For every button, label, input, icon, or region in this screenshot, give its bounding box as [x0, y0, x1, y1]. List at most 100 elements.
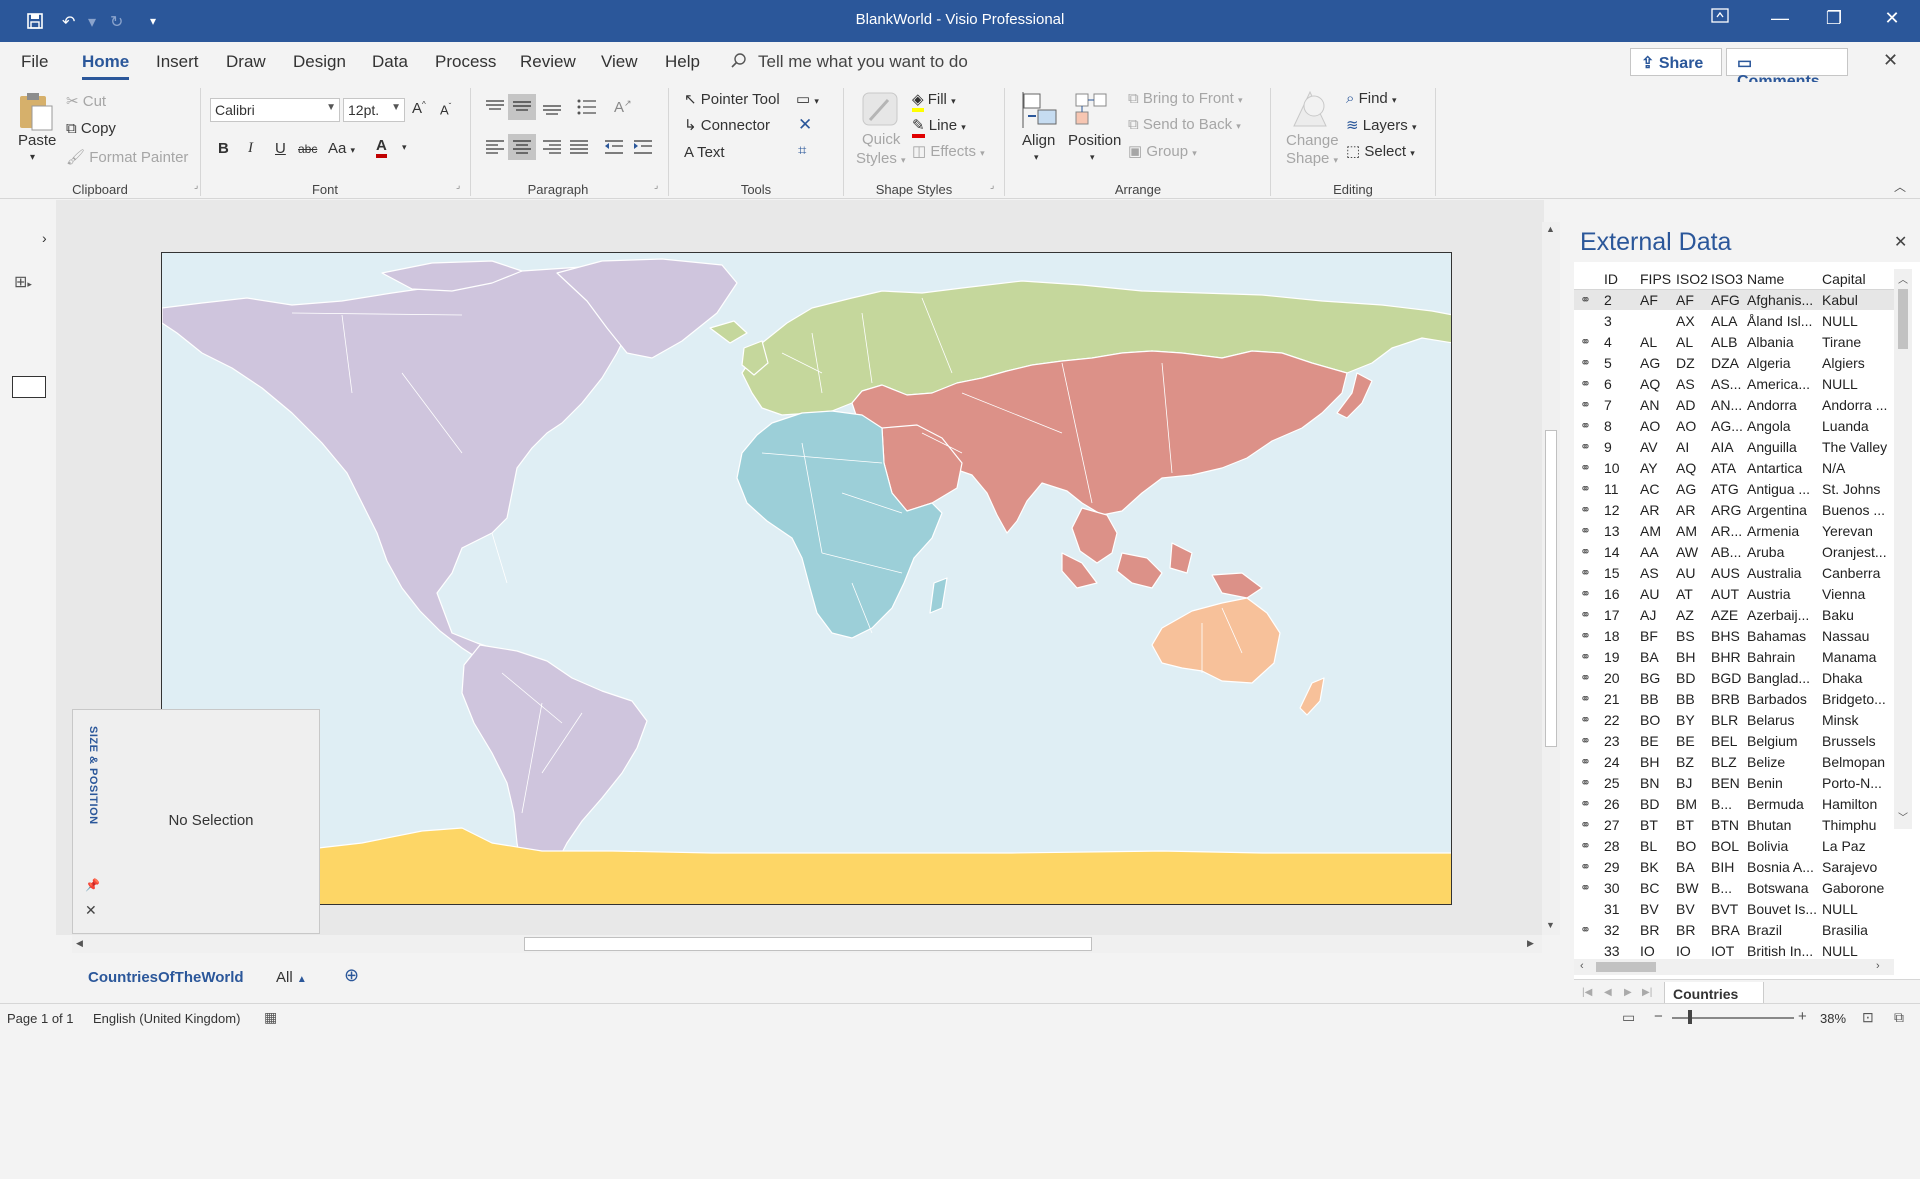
ribbon-display-icon[interactable] — [1700, 8, 1740, 29]
tab-design[interactable]: Design — [293, 52, 346, 72]
scroll-right-icon[interactable]: ▶ — [1527, 938, 1534, 949]
table-row[interactable]: ⚭ 32 BR BR BRA Brazil Brasilia — [1574, 920, 1894, 941]
table-row[interactable]: ⚭ 21 BB BB BRB Barbados Bridgeto... — [1574, 689, 1894, 710]
bring-to-front-button[interactable]: ⧉ Bring to Front ▾ — [1128, 90, 1242, 107]
paragraph-launcher-icon[interactable]: ⌟ — [654, 180, 658, 191]
layers-button[interactable]: ≋ Layers ▾ — [1346, 116, 1416, 134]
align-shapes-icon[interactable] — [1020, 92, 1060, 131]
table-row[interactable]: ⚭ 5 AG DZ DZA Algeria Algiers — [1574, 353, 1894, 374]
align-bottom-icon[interactable] — [541, 98, 563, 119]
underline-icon[interactable]: U — [275, 140, 286, 157]
minimize-icon[interactable]: — — [1760, 8, 1800, 29]
table-row[interactable]: ⚭ 8 AO AO AG... Angola Luanda — [1574, 416, 1894, 437]
shapes-stencil-icon[interactable]: ⊞▸ — [14, 272, 32, 292]
justify-icon[interactable] — [568, 138, 590, 159]
cut-button[interactable]: ✂ Cut — [66, 92, 106, 110]
first-sheet-icon[interactable]: |◀ — [1582, 987, 1592, 998]
tell-me-input[interactable]: Tell me what you want to do — [758, 52, 968, 72]
paste-button[interactable] — [16, 90, 56, 131]
increase-indent-icon[interactable] — [632, 138, 654, 159]
tab-review[interactable]: Review — [520, 52, 576, 72]
shape-styles-launcher-icon[interactable]: ⌟ — [990, 180, 994, 191]
tab-insert[interactable]: Insert — [156, 52, 199, 72]
font-name-combo[interactable]: Calibri ▼ — [210, 98, 340, 122]
table-row[interactable]: ⚭ 13 AM AM AR... Armenia Yerevan — [1574, 521, 1894, 542]
select-button[interactable]: ⬚ Select ▾ — [1346, 142, 1415, 160]
table-row[interactable]: ⚭ 16 AU AT AUT Austria Vienna — [1574, 584, 1894, 605]
zoom-out-icon[interactable]: − — [1654, 1008, 1663, 1025]
horizontal-scrollbar[interactable]: ◀ ▶ — [72, 935, 1542, 953]
send-to-back-button[interactable]: ⧉ Send to Back ▾ — [1128, 116, 1241, 133]
tab-process[interactable]: Process — [435, 52, 496, 72]
table-vscroll[interactable]: ︿ ﹀ — [1894, 269, 1912, 829]
shrink-font-icon[interactable]: Aˇ — [440, 102, 451, 117]
collapse-ribbon-icon[interactable]: ︿ — [1894, 178, 1906, 195]
presentation-mode-icon[interactable]: ▭ — [1622, 1009, 1635, 1026]
text-direction-icon[interactable]: A↗ — [614, 98, 632, 116]
table-row[interactable]: ⚭ 25 BN BJ BEN Benin Porto-N... — [1574, 773, 1894, 794]
table-row[interactable]: ⚭ 7 AN AD AN... Andorra Andorra ... — [1574, 395, 1894, 416]
table-row[interactable]: ⚭ 17 AJ AZ AZE Azerbaij... Baku — [1574, 605, 1894, 626]
last-sheet-icon[interactable]: ▶| — [1642, 987, 1652, 998]
zoom-level[interactable]: 38% — [1820, 1011, 1846, 1026]
scroll-down-icon[interactable]: ▼ — [1546, 920, 1555, 930]
macro-recording-icon[interactable]: ▦ — [264, 1009, 277, 1026]
font-size-combo[interactable]: 12pt. ▼ — [343, 98, 405, 122]
rectangle-tool-button[interactable]: ▭ ▾ — [796, 90, 819, 108]
close-external-data-icon[interactable]: ✕ — [1894, 232, 1907, 252]
chevron-down-icon[interactable]: ▾ — [1034, 152, 1039, 163]
shape-label[interactable]: Shape ▾ — [1286, 150, 1338, 167]
table-row[interactable]: ⚭ 9 AV AI AIA Anguilla The Valley — [1574, 437, 1894, 458]
decrease-indent-icon[interactable] — [603, 138, 625, 159]
bold-icon[interactable]: B — [218, 140, 229, 157]
table-row[interactable]: ⚭ 4 AL AL ALB Albania Tirane — [1574, 332, 1894, 353]
close-icon[interactable]: ✕ — [1872, 8, 1912, 29]
table-row[interactable]: ⚭ 28 BL BO BOL Bolivia La Paz — [1574, 836, 1894, 857]
quick-styles-label[interactable]: Quick — [862, 131, 900, 148]
table-row[interactable]: ⚭ 30 BC BW B... Botswana Gaborone — [1574, 878, 1894, 899]
tab-home[interactable]: Home — [82, 52, 130, 80]
paste-dropdown-icon[interactable]: ▾ — [30, 152, 35, 163]
table-row[interactable]: ⚭ 19 BA BH BHR Bahrain Manama — [1574, 647, 1894, 668]
clipboard-launcher-icon[interactable]: ⌟ — [194, 180, 198, 191]
col-iso3[interactable]: ISO3 — [1711, 271, 1743, 287]
italic-icon[interactable]: I — [248, 140, 253, 157]
font-color-icon[interactable]: A — [376, 138, 387, 158]
close-ribbon-icon[interactable]: ✕ — [1883, 50, 1898, 71]
position-button[interactable]: Position — [1068, 132, 1121, 149]
scroll-down-icon[interactable]: ﹀ — [1898, 809, 1908, 824]
table-row[interactable]: ⚭ 10 AY AQ ATA Antartica N/A — [1574, 458, 1894, 479]
tab-data[interactable]: Data — [372, 52, 408, 72]
chevron-down-icon[interactable]: ▾ — [1090, 152, 1095, 163]
pin-icon[interactable]: 📌 — [85, 878, 100, 892]
col-fips[interactable]: FIPS — [1640, 271, 1671, 287]
table-row[interactable]: ⚭ 24 BH BZ BLZ Belize Belmopan — [1574, 752, 1894, 773]
change-case-button[interactable]: Aa ▾ — [328, 140, 355, 157]
change-shape-label[interactable]: Change — [1286, 132, 1339, 149]
styles-label[interactable]: Styles ▾ — [856, 150, 906, 167]
scroll-up-icon[interactable]: ▲ — [1546, 224, 1555, 234]
effects-button[interactable]: ◫ Effects ▾ — [912, 142, 985, 160]
table-row[interactable]: ⚭ 18 BF BS BHS Bahamas Nassau — [1574, 626, 1894, 647]
col-name[interactable]: Name — [1747, 271, 1784, 287]
group-shapes-button[interactable]: ▣ Group ▾ — [1128, 142, 1197, 160]
paste-label[interactable]: Paste — [18, 132, 56, 149]
language-status[interactable]: English (United Kingdom) — [93, 1011, 240, 1026]
table-vscroll-thumb[interactable] — [1898, 289, 1908, 349]
change-shape-icon[interactable] — [1288, 88, 1332, 135]
pointer-tool-button[interactable]: ↖ Pointer Tool — [684, 90, 780, 108]
table-hscroll-thumb[interactable] — [1596, 962, 1656, 972]
horizontal-scroll-thumb[interactable] — [524, 937, 1092, 951]
page-tab-countries[interactable]: CountriesOfTheWorld — [88, 969, 244, 986]
switch-windows-icon[interactable]: ⧉ — [1894, 1009, 1904, 1026]
table-row[interactable]: ⚭ 2 AF AF AFG Afghanis... Kabul — [1574, 290, 1894, 311]
col-iso2[interactable]: ISO2 — [1676, 271, 1708, 287]
close-panel-icon[interactable]: ✕ — [85, 902, 97, 919]
table-row[interactable]: ⚭ 14 AA AW AB... Aruba Oranjest... — [1574, 542, 1894, 563]
table-row[interactable]: ⚭ 6 AQ AS AS... America... NULL — [1574, 374, 1894, 395]
next-sheet-icon[interactable]: ▶ — [1624, 987, 1632, 998]
prev-sheet-icon[interactable]: ◀ — [1604, 987, 1612, 998]
comments-button[interactable]: ▭ Comments — [1726, 48, 1848, 90]
align-left-icon[interactable] — [484, 138, 506, 159]
align-top-icon[interactable] — [484, 98, 506, 119]
